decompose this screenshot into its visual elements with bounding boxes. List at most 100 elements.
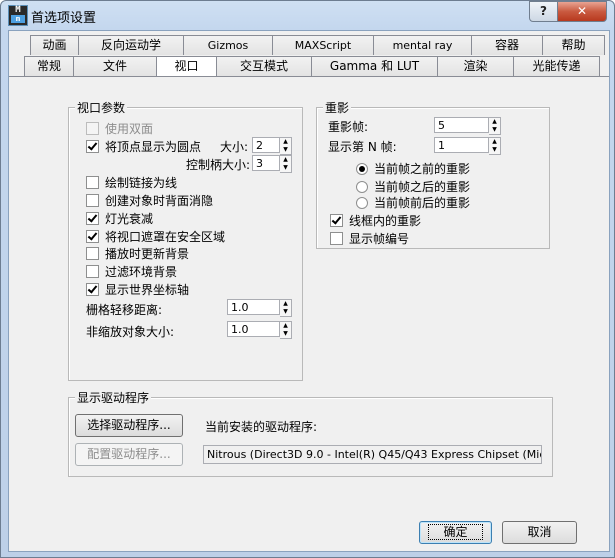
tab-row-2: 常规 文件 视口 交互模式 Gamma 和 LUT 渲染 光能传递 [24,56,600,77]
grid-nudge-spinner[interactable]: ▲▼ [227,299,292,317]
wireframe-ghost-label: 线框内的重影 [349,214,422,228]
cancel-button[interactable]: 取消 [502,521,577,544]
attenuate-lights-label: 灯光衰减 [105,212,154,226]
grid-nudge-label: 栅格轻移距离: [86,303,163,317]
show-world-axis-row: 显示世界坐标轴 [86,281,189,298]
non-scaling-arrows[interactable]: ▲ ▼ [280,321,292,339]
ghost-after-label: 当前帧之后的重影 [374,180,471,194]
tab-containers[interactable]: 容器 [471,35,543,55]
show-frame-numbers-label: 显示帧编号 [349,232,410,246]
configure-driver-button[interactable]: 配置驱动程序... [75,443,183,466]
preferences-window: M m 首选项设置 ? ✕ 动画 反向运动学 Gizmos MAXScript … [0,0,615,558]
verts-as-dots-label: 将顶点显示为圆点 [105,140,202,154]
app-icon: M m [8,5,28,26]
tab-viewports[interactable]: 视口 [156,56,217,77]
update-bg-row: 播放时更新背景 [86,245,189,262]
viewport-params-legend: 视口参数 [75,99,128,116]
tab-interaction-mode[interactable]: 交互模式 [216,56,312,76]
wireframe-ghost-checkbox[interactable] [330,214,343,227]
update-bg-checkbox[interactable] [86,247,99,260]
tab-radiosity[interactable]: 光能传递 [513,56,600,76]
draw-links-checkbox[interactable] [86,176,99,189]
draw-links-row: 绘制链接为线 [86,174,177,191]
display-driver-group: 显示驱动程序 选择驱动程序... 配置驱动程序... 当前安装的驱动程序: Ni… [68,389,553,477]
tab-ik[interactable]: 反向运动学 [78,35,184,55]
attenuate-lights-row: 灯光衰减 [86,210,153,227]
update-bg-label: 播放时更新背景 [105,247,190,261]
ghost-before-row: 当前帧之前的重影 [356,160,470,177]
nth-frame-input[interactable] [434,137,489,153]
ghost-after-radio[interactable] [356,180,368,193]
ok-button[interactable]: 确定 [419,521,492,544]
tab-divider [9,76,609,77]
tab-gizmos[interactable]: Gizmos [183,35,273,55]
handle-size-input[interactable] [252,155,280,171]
installed-driver-label: 当前安装的驱动程序: [205,420,318,434]
tab-help[interactable]: 帮助 [542,35,605,55]
use-double-sided-row: 使用双面 [86,120,153,137]
attenuate-lights-checkbox[interactable] [86,212,99,225]
non-scaling-spinner[interactable]: ▲▼ [227,321,292,339]
viewport-params-group: 视口参数 使用双面 将顶点显示为圆点 大小: ▲▼ 控制柄大小: ▲▼ 绘制链接… [68,99,303,381]
nth-frame-label: 显示第 N 帧: [328,140,397,154]
non-scaling-label: 非缩放对象大小: [86,325,175,339]
handle-size-label: 控制柄大小: [186,158,251,172]
ghost-frames-input[interactable] [434,117,489,133]
tab-animation[interactable]: 动画 [30,35,79,55]
backface-cull-checkbox[interactable] [86,194,99,207]
dot-size-spinner[interactable]: ▲▼ [252,137,292,155]
non-scaling-input[interactable] [227,321,280,337]
show-world-axis-checkbox[interactable] [86,283,99,296]
verts-as-dots-checkbox[interactable] [86,140,99,153]
grid-nudge-arrows[interactable]: ▲ ▼ [280,299,292,317]
handle-size-arrows[interactable]: ▲ ▼ [280,155,292,173]
filter-env-label: 过滤环境背景 [105,265,178,279]
help-icon[interactable]: ? [529,1,558,22]
backface-cull-row: 创建对象时背面消隐 [86,192,213,209]
draw-links-label: 绘制链接为线 [105,176,178,190]
mask-safe-region-checkbox[interactable] [86,230,99,243]
nth-frame-arrows[interactable]: ▲ ▼ [489,137,501,155]
use-double-sided-checkbox[interactable] [86,122,99,135]
show-frame-numbers-row: 显示帧编号 [330,230,409,247]
window-title: 首选项设置 [31,11,97,26]
tab-general[interactable]: 常规 [24,56,74,76]
ghost-both-radio[interactable] [356,196,368,209]
wireframe-ghost-row: 线框内的重影 [330,212,421,229]
tab-gamma-lut[interactable]: Gamma 和 LUT [311,56,438,76]
handle-size-spinner[interactable]: ▲▼ [252,155,292,173]
ghost-frames-arrows[interactable]: ▲ ▼ [489,117,501,135]
ghost-frames-spinner[interactable]: ▲▼ [434,117,501,135]
nth-frame-spinner[interactable]: ▲▼ [434,137,501,155]
ghost-before-label: 当前帧之前的重影 [374,162,471,176]
mask-safe-region-row: 将视口遮罩在安全区域 [86,228,225,245]
ghost-after-row: 当前帧之后的重影 [356,178,470,195]
grid-nudge-input[interactable] [227,299,280,315]
filter-env-row: 过滤环境背景 [86,263,177,280]
use-double-sided-label: 使用双面 [105,122,154,136]
tab-rendering[interactable]: 渲染 [437,56,514,76]
mask-safe-region-label: 将视口遮罩在安全区域 [105,230,226,244]
ghosting-group: 重影 重影帧: ▲▼ 显示第 N 帧: ▲▼ 当前帧之前的重影 当前帧之后的重影… [316,99,550,249]
tab-files[interactable]: 文件 [73,56,157,76]
tab-mental-ray[interactable]: mental ray [373,35,472,55]
size-label: 大小: [220,140,249,154]
installed-driver-field: Nitrous (Direct3D 9.0 - Intel(R) Q45/Q43… [203,445,542,464]
ok-button-label: 确定 [428,524,483,540]
ghost-frames-label: 重影帧: [328,120,369,134]
show-frame-numbers-checkbox[interactable] [330,232,343,245]
display-driver-legend: 显示驱动程序 [75,389,152,406]
ghost-both-row: 当前帧前后的重影 [356,194,470,211]
close-icon[interactable]: ✕ [557,1,607,22]
ghost-both-label: 当前帧前后的重影 [374,196,471,210]
choose-driver-button[interactable]: 选择驱动程序... [75,414,183,437]
show-world-axis-label: 显示世界坐标轴 [105,283,190,297]
backface-cull-label: 创建对象时背面消隐 [105,194,214,208]
ghost-before-radio[interactable] [356,162,368,175]
filter-env-checkbox[interactable] [86,265,99,278]
dot-size-arrows[interactable]: ▲ ▼ [280,137,292,155]
title-bar[interactable]: M m 首选项设置 ? ✕ [1,1,614,29]
tab-maxscript[interactable]: MAXScript [272,35,374,55]
dot-size-input[interactable] [252,137,280,153]
tab-row-1: 动画 反向运动学 Gizmos MAXScript mental ray 容器 … [30,35,605,55]
